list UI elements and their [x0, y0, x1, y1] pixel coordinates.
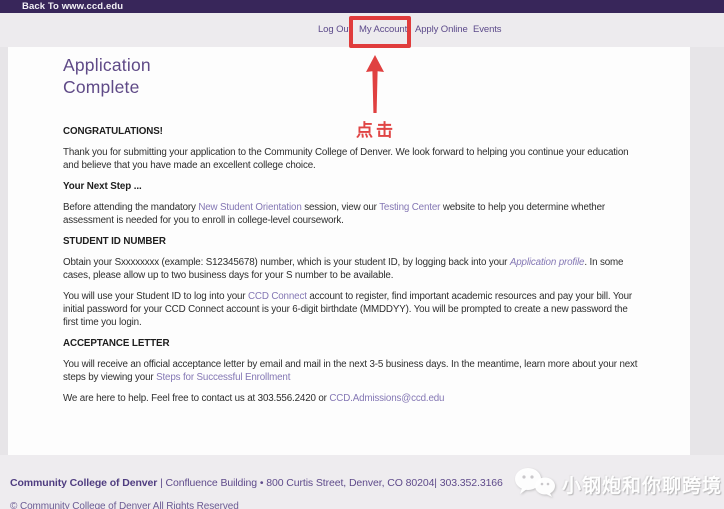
page-title: Application Complete	[63, 54, 151, 98]
text-segment: Thank you for submitting your applicatio…	[63, 147, 629, 171]
paragraph: Thank you for submitting your applicatio…	[63, 146, 641, 172]
text-segment: Obtain your Sxxxxxxxx (example: S1234567…	[63, 257, 510, 268]
text-segment: You will receive an official acceptance …	[63, 359, 638, 383]
paragraph: We are here to help. Feel free to contac…	[63, 392, 641, 405]
footer-address-rest: | Confluence Building • 800 Curtis Stree…	[157, 477, 503, 489]
page-title-line1: Application	[63, 55, 151, 75]
paragraph: You will use your Student ID to log into…	[63, 290, 641, 329]
text-segment: You will use your Student ID to log into…	[63, 291, 248, 302]
watermark-text: 小钢炮和你聊跨境	[562, 476, 723, 497]
nav-events[interactable]: Events	[473, 13, 502, 47]
paragraph: You will receive an official acceptance …	[63, 358, 641, 384]
text-segment: Before attending the mandatory	[63, 202, 199, 213]
inline-link[interactable]: CCD.Admissions@ccd.edu	[329, 393, 444, 404]
section-heading: STUDENT ID NUMBER	[63, 236, 166, 247]
section-heading: ACCEPTANCE LETTER	[63, 338, 170, 349]
inline-link[interactable]: New Student Orientation	[198, 202, 301, 213]
content-blocks: CONGRATULATIONS! Thank you for submitting…	[63, 125, 641, 413]
inline-link[interactable]: Steps for Successful Enrollment	[156, 372, 290, 383]
top-bar: Back To www.ccd.edu	[0, 0, 724, 13]
arrow-up-icon	[363, 55, 387, 113]
text-segment: We are here to help. Feel free to contac…	[63, 393, 330, 404]
paragraph: Obtain your Sxxxxxxxx (example: S1234567…	[63, 256, 641, 282]
footer-college-name-link[interactable]: Community College of Denver	[10, 477, 157, 489]
paragraph: Before attending the mandatory New Stude…	[63, 201, 641, 227]
screen: Back To www.ccd.edu Log Out My Account A…	[0, 0, 724, 509]
inline-link[interactable]: CCD Connect	[248, 291, 307, 302]
text-segment: session, view our	[301, 202, 380, 213]
nav-apply-online[interactable]: Apply Online	[415, 13, 468, 47]
footer-copyright: © Community College of Denver All Rights…	[10, 501, 239, 509]
page-title-line2: Complete	[63, 77, 140, 97]
inline-link[interactable]: Testing Center	[379, 202, 440, 213]
nav-log-out[interactable]: Log Out	[318, 13, 351, 47]
section-heading: Your Next Step ...	[63, 181, 142, 192]
watermark: 小钢炮和你聊跨境	[514, 466, 722, 503]
my-account-highlight-box	[349, 16, 411, 48]
back-to-ccd-link[interactable]: Back To www.ccd.edu	[22, 0, 123, 13]
wechat-logo-icon	[514, 466, 556, 503]
footer-address: Community College of Denver | Confluence…	[10, 477, 503, 489]
section-heading: CONGRATULATIONS!	[63, 126, 163, 137]
inline-link[interactable]: Application profile	[510, 257, 585, 268]
